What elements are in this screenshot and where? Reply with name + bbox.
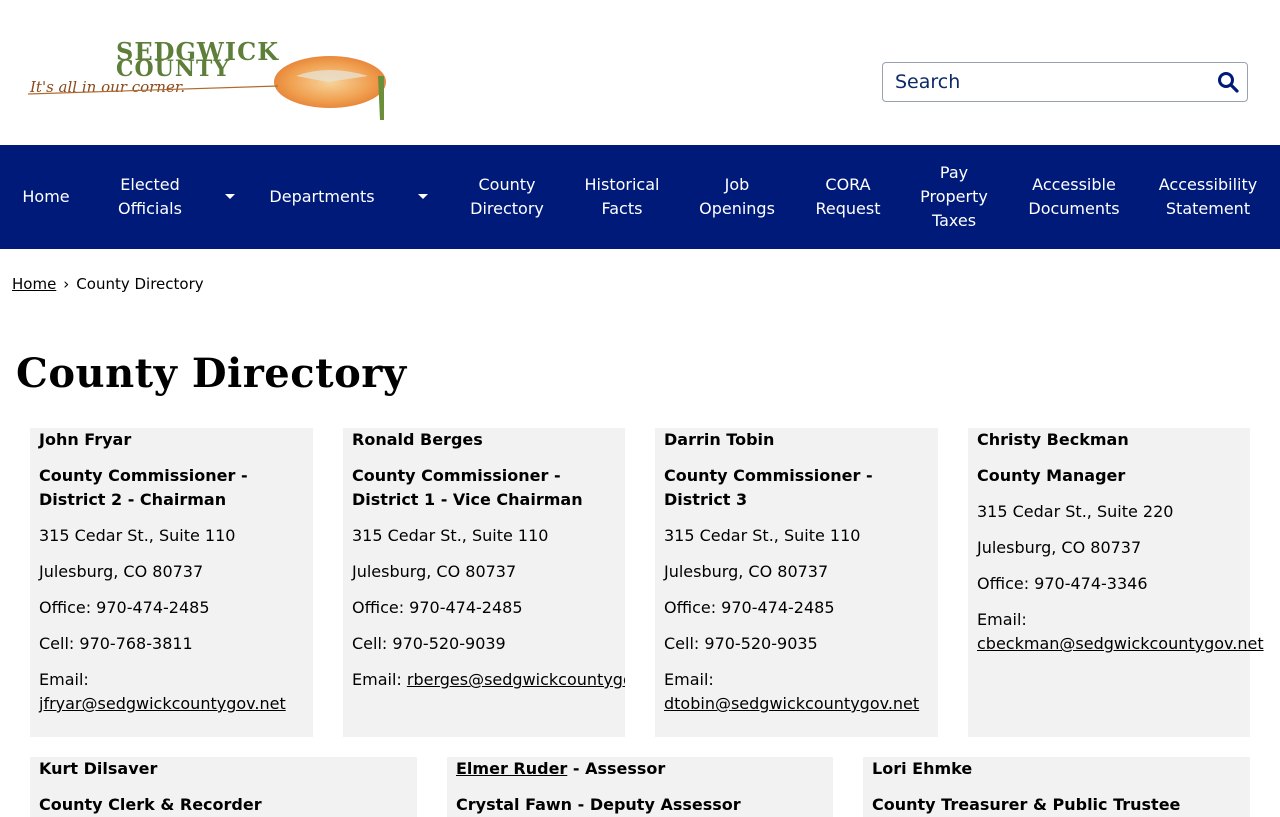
breadcrumb-separator: › [63, 275, 70, 293]
contact-address: 315 Cedar St., Suite 110 [664, 526, 861, 545]
contact-title-cont: District 3 [664, 490, 748, 509]
contact-title: County Clerk & Recorder [39, 795, 262, 814]
directory-card: Christy Beckman County Manager 315 Cedar… [968, 428, 1264, 737]
contact-office-phone: Office: 970-474-2485 [39, 598, 210, 617]
search-box [882, 62, 1248, 102]
contact-title: County Treasurer & Public Trustee [872, 795, 1181, 814]
contact-title: County Commissioner - [352, 466, 561, 485]
chevron-down-icon [418, 194, 428, 199]
nav-historical-facts-label: Historical Facts [584, 175, 660, 218]
nav-elected-officials-label: Elected Officials [118, 175, 182, 218]
contact-email-row: Email: rberges@sedgwickcountygov.n [352, 668, 625, 692]
contact-name: Ronald Berges [352, 430, 483, 449]
nav-job-openings[interactable]: Job Openings [690, 145, 784, 249]
nav-accessible-documents[interactable]: Accessible Documents [1016, 145, 1132, 249]
directory-card: Darrin Tobin County Commissioner - Distr… [655, 428, 938, 737]
contact-city: Julesburg, CO 80737 [664, 562, 829, 581]
contact-office-phone: Office: 970-474-2485 [352, 598, 523, 617]
main-nav: Home Elected Officials Departments Count… [0, 145, 1280, 249]
contact-name: Kurt Dilsaver [39, 759, 158, 778]
nav-cora-request[interactable]: CORA Request [802, 145, 894, 249]
contact-email-link[interactable]: jfryar@sedgwickcountygov.net [39, 692, 286, 716]
contact-email-link[interactable]: rberges@sedgwickcountygov.n [407, 670, 625, 689]
contact-title: County Manager [977, 466, 1126, 485]
contact-address: 315 Cedar St., Suite 110 [352, 526, 549, 545]
contact-name: Lori Ehmke [872, 759, 973, 778]
nav-departments[interactable]: Departments [258, 145, 386, 249]
contact-name: Darrin Tobin [664, 430, 775, 449]
contact-title-cont: District 1 - Vice Chairman [352, 490, 583, 509]
contact-role: - Assessor [567, 759, 666, 778]
contact-email-link[interactable]: cbeckman@sedgwickcountygov.net [977, 632, 1264, 656]
contact-name-row: Elmer Ruder - Assessor [456, 757, 665, 781]
nav-pay-property-taxes-label: Pay Property Taxes [920, 163, 988, 230]
nav-county-directory-label: County Directory [470, 175, 544, 218]
contact-email-label: Email: [39, 670, 89, 689]
nav-departments-label: Departments [269, 187, 375, 206]
contact-office-phone: Office: 970-474-3346 [977, 574, 1148, 593]
breadcrumb-home-link[interactable]: Home [12, 275, 56, 293]
contact-cell-phone: Cell: 970-520-9039 [352, 634, 506, 653]
contact-office-phone: Office: 970-474-2485 [664, 598, 835, 617]
nav-accessibility-statement-label: Accessibility Statement [1158, 175, 1258, 218]
nav-home[interactable]: Home [0, 145, 92, 249]
nav-job-openings-label: Job Openings [699, 175, 775, 218]
page-title: County Directory [16, 350, 407, 397]
directory-card: Lori Ehmke County Treasurer & Public Tru… [863, 757, 1250, 817]
contact-email-label: Email: [664, 670, 714, 689]
contact-address: 315 Cedar St., Suite 110 [39, 526, 236, 545]
contact-city: Julesburg, CO 80737 [352, 562, 517, 581]
departments-dropdown-toggle[interactable] [411, 145, 435, 249]
contact-title: County Commissioner - [664, 466, 873, 485]
breadcrumb-current: County Directory [76, 275, 204, 293]
nav-home-label: Home [22, 187, 70, 206]
contact-cell-phone: Cell: 970-768-3811 [39, 634, 193, 653]
contact-city: Julesburg, CO 80737 [977, 538, 1142, 557]
sedgwick-county-logo-icon: SEDGWICK COUNTY It's all in our corner. [27, 37, 386, 120]
contact-address: 315 Cedar St., Suite 220 [977, 502, 1174, 521]
search-input[interactable] [883, 63, 1209, 101]
contact-email-label: Email: [352, 670, 402, 689]
chevron-down-icon [225, 194, 235, 199]
nav-accessibility-statement[interactable]: Accessibility Statement [1146, 145, 1270, 249]
contact-cell-phone: Cell: 970-520-9035 [664, 634, 818, 653]
contact-city: Julesburg, CO 80737 [39, 562, 204, 581]
directory-card: Ronald Berges County Commissioner - Dist… [343, 428, 625, 737]
nav-accessible-documents-label: Accessible Documents [1028, 175, 1120, 218]
directory-card: Elmer Ruder - Assessor Crystal Fawn - De… [447, 757, 833, 817]
contact-email-link[interactable]: dtobin@sedgwickcountygov.net [664, 692, 919, 716]
nav-pay-property-taxes[interactable]: Pay Property Taxes [906, 145, 1002, 249]
assessor-name-link[interactable]: Elmer Ruder [456, 759, 567, 778]
search-button[interactable] [1209, 63, 1247, 101]
nav-elected-officials[interactable]: Elected Officials [104, 145, 196, 249]
elected-officials-dropdown-toggle[interactable] [218, 145, 242, 249]
search-icon [1218, 72, 1239, 93]
contact-title: Crystal Fawn - Deputy Assessor [456, 795, 741, 814]
contact-title: County Commissioner - [39, 466, 248, 485]
county-logo[interactable]: SEDGWICK COUNTY It's all in our corner. [27, 36, 400, 126]
nav-county-directory[interactable]: County Directory [460, 145, 554, 249]
contact-name: John Fryar [39, 430, 132, 449]
breadcrumb: Home › County Directory [12, 274, 204, 294]
contact-email-label: Email: [977, 610, 1027, 629]
nav-cora-request-label: CORA Request [815, 175, 881, 218]
directory-card: John Fryar County Commissioner - Distric… [30, 428, 313, 737]
directory-card: Kurt Dilsaver County Clerk & Recorder [30, 757, 417, 817]
contact-name: Christy Beckman [977, 430, 1129, 449]
site-header: SEDGWICK COUNTY It's all in our corner. [0, 0, 1280, 145]
contact-title-cont: District 2 - Chairman [39, 490, 227, 509]
nav-historical-facts[interactable]: Historical Facts [572, 145, 672, 249]
